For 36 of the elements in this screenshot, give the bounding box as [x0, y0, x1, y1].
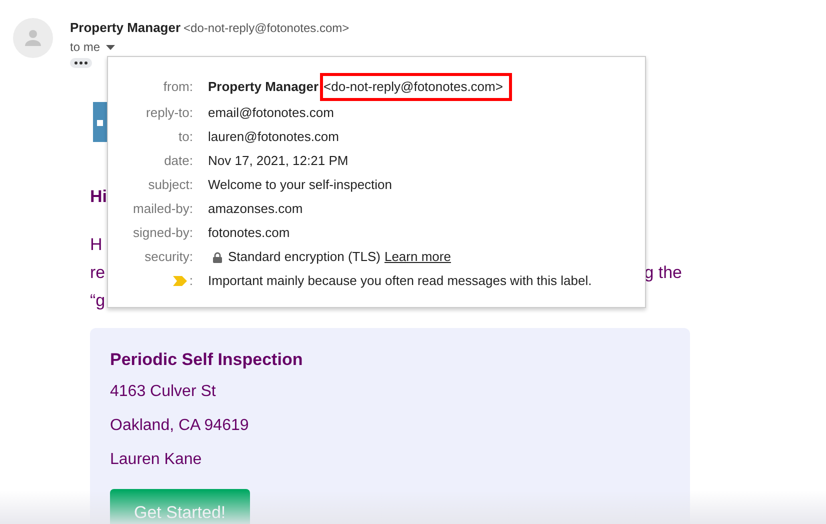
importance-marker-icon [173, 276, 188, 286]
field-value: fotonotes.com [208, 224, 290, 242]
sender-email: <do-not-reply@fotonotes.com> [320, 73, 512, 101]
field-value: Welcome to your self-inspection [208, 176, 392, 194]
recipient-text: to me [70, 39, 100, 56]
field-label: mailed-by: [133, 200, 193, 218]
field-label: from: [163, 78, 193, 96]
address-text: 4163 Culver St [110, 382, 217, 402]
address-text: Lauren Kane [110, 450, 203, 470]
paragraph-text: “g [90, 290, 106, 312]
sender-name: Property Manager [70, 20, 181, 35]
lock-icon [213, 252, 222, 262]
field-value: Important mainly because you often read messages with this label. [208, 272, 592, 290]
learn-more-link[interactable]: Learn more [384, 245, 451, 269]
field-label: subject: [148, 176, 193, 194]
avatar-icon [13, 18, 53, 58]
field-value: email@fotonotes.com [208, 104, 334, 122]
field-label: : [189, 272, 193, 290]
more-icon[interactable] [70, 58, 92, 68]
field-label: date: [164, 152, 193, 170]
sender-name: Property Manager [208, 78, 319, 96]
field-label: reply-to: [146, 104, 193, 122]
card-title: Periodic Self Inspection [110, 350, 304, 370]
field-label: signed-by: [133, 224, 193, 242]
field-value: Nov 17, 2021, 12:21 PM [208, 152, 348, 170]
field-value: lauren@fotonotes.com [208, 128, 339, 146]
sender-email: <do-not-reply@fotonotes.com> [184, 21, 350, 35]
caret-icon[interactable] [106, 44, 116, 50]
field-label: to: [178, 128, 193, 146]
greeting-text: Hi [90, 187, 107, 207]
field-value: amazonses.com [208, 200, 303, 218]
address-text: Oakland, CA 94619 [110, 416, 250, 436]
paragraph-text: H [90, 234, 102, 256]
paragraph-text: re [90, 262, 106, 284]
field-value: Standard encryption (TLS) [228, 248, 380, 266]
field-label: security: [144, 248, 193, 266]
